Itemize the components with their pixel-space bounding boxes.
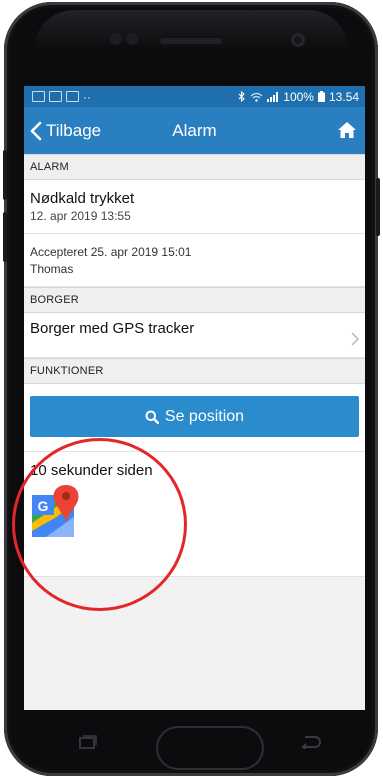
front-camera [291,33,305,47]
more-notifications-icon: ·· [83,89,91,104]
borger-row[interactable]: Borger med GPS tracker [24,313,365,358]
button-cell: Se position [24,384,365,452]
section-header-borger: BORGER [24,287,365,313]
svg-text:G: G [38,498,49,514]
app-bar: Tilbage Alarm [24,107,365,154]
se-position-label: Se position [164,407,245,425]
wifi-icon [250,92,263,102]
home-icon[interactable] [337,120,357,140]
recent-apps-icon[interactable] [79,735,97,749]
section-header-alarm: ALARM [24,154,365,180]
google-maps-icon[interactable]: G [28,483,86,539]
borger-name: Borger med GPS tracker [30,319,195,337]
alarm-event-cell: Nødkald trykket 12. apr 2019 13:55 [24,180,365,234]
home-key[interactable] [156,726,264,770]
earpiece-speaker [158,36,224,46]
volume-button-2 [3,212,7,262]
battery-icon [317,91,325,102]
volume-button [3,150,7,200]
accepted-cell: Accepteret 25. apr 2019 15:01 Thomas [24,234,365,287]
back-label: Tilbage [46,120,102,140]
nav-bar [24,710,365,770]
chevron-right-icon [351,332,359,346]
accepted-by: Thomas [30,262,74,276]
alarm-event-title: Nødkald trykket [30,190,135,207]
notification-icons: ·· [32,90,91,104]
notification-icon [49,91,62,102]
search-icon [145,410,159,424]
signal-icon [267,91,279,102]
chevron-left-icon [30,121,42,140]
section-header-funktioner: FUNKTIONER [24,358,365,384]
battery-percent: 100% [283,89,314,104]
sensor-dot [126,33,138,45]
status-right: 100% 13.54 [238,90,359,104]
alarm-event-time: 12. apr 2019 13:55 [30,209,131,223]
position-time: 10 sekunder siden [30,462,153,479]
power-button [376,178,380,236]
bluetooth-icon [238,91,246,102]
sensor-dot [110,33,122,45]
notification-icon [32,91,45,102]
status-bar: ·· 100% 13.54 [24,86,365,107]
notification-icon [66,91,79,102]
clock: 13.54 [328,89,359,104]
se-position-button[interactable]: Se position [30,396,359,437]
position-cell: 10 sekunder siden G [24,452,365,577]
accepted-line: Accepteret 25. apr 2019 15:01 [30,245,192,259]
back-key-icon[interactable] [300,735,322,749]
back-button[interactable]: Tilbage [24,121,101,141]
app-screen: ·· 100% 13.54 Tilbage Alarm ALARM Nødkal… [24,86,365,710]
